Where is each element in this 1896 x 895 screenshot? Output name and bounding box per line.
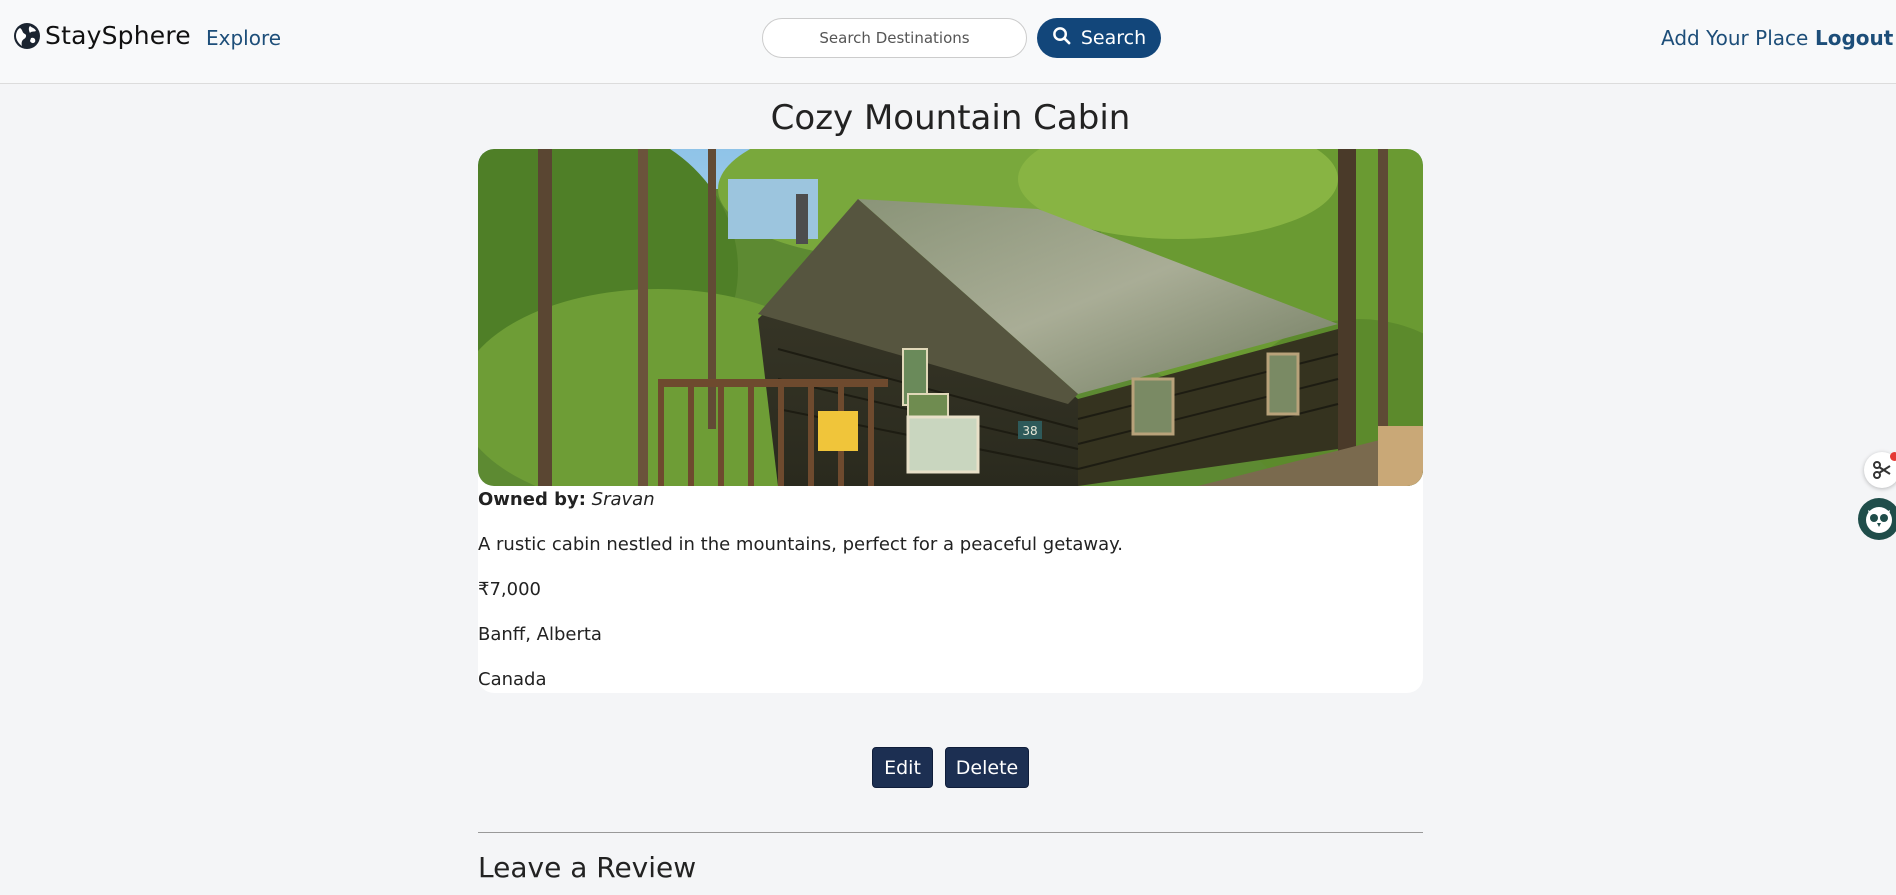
- listing-card: 38 Owned by: Sravan A rustic cabin nestl…: [478, 149, 1423, 693]
- listing-price: ₹7,000: [478, 579, 541, 600]
- search-icon: [1052, 26, 1071, 50]
- delete-button[interactable]: Delete: [945, 747, 1029, 788]
- floating-tool-button[interactable]: [1864, 452, 1896, 488]
- floating-owl-button[interactable]: [1858, 498, 1896, 540]
- listing-description: A rustic cabin nestled in the mountains,…: [478, 534, 1123, 555]
- owner-name: Sravan: [591, 489, 655, 510]
- scissors-icon: [1864, 461, 1896, 492]
- brand-link[interactable]: StaySphere: [13, 21, 191, 50]
- nav-explore-link[interactable]: Explore: [206, 26, 281, 50]
- owl-icon: [1858, 507, 1896, 544]
- navbar: StaySphere Explore Search Add Your Place…: [0, 0, 1896, 84]
- edit-button[interactable]: Edit: [872, 747, 933, 788]
- nav-add-place-link[interactable]: Add Your Place: [1661, 26, 1808, 50]
- nav-logout-link[interactable]: Logout: [1815, 26, 1893, 50]
- section-divider: [478, 832, 1423, 833]
- cabin-number: 38: [1022, 424, 1037, 438]
- notification-dot: [1890, 452, 1896, 461]
- globe-icon: [13, 22, 41, 50]
- search-button-label: Search: [1080, 27, 1147, 49]
- listing-title: Cozy Mountain Cabin: [770, 98, 1131, 138]
- owner-label: Owned by:: [478, 489, 586, 510]
- brand-name: StaySphere: [45, 21, 191, 50]
- listing-photo: 38: [478, 149, 1423, 486]
- review-heading: Leave a Review: [478, 851, 697, 884]
- owner-line: Owned by: Sravan: [478, 489, 655, 510]
- listing-country: Canada: [478, 669, 547, 690]
- search-button[interactable]: Search: [1037, 18, 1161, 58]
- search-input[interactable]: [762, 18, 1027, 58]
- listing-location: Banff, Alberta: [478, 624, 602, 645]
